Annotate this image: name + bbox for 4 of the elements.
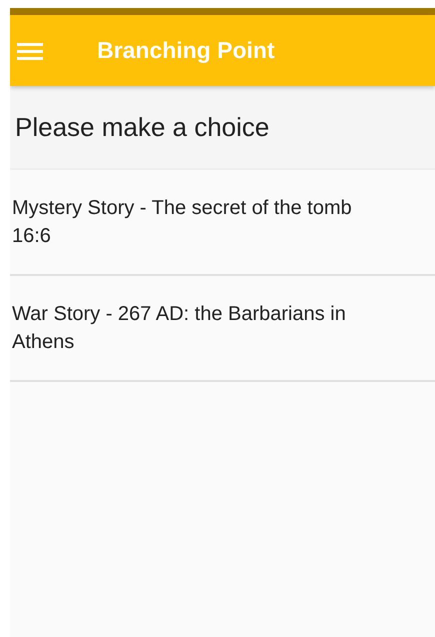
menu-button[interactable]: [17, 40, 43, 60]
menu-icon: [17, 40, 43, 60]
app-title: Branching Point: [97, 37, 275, 64]
heading: Please make a choice: [15, 112, 270, 142]
